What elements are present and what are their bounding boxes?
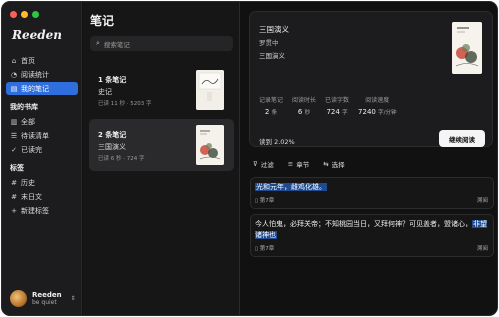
sidebar-item-label: 阅读统计 [21, 70, 49, 79]
plus-icon: + [11, 206, 17, 215]
search-placeholder: 搜索笔记 [103, 40, 130, 49]
bookmark-icon: ▯ [255, 246, 259, 252]
notes-toolbar: ⊽ 过滤 ≡ 章节 ⇆ 选择 [253, 159, 345, 169]
sidebar-item-tag-doomsday[interactable]: # 末日文 [6, 190, 78, 203]
read-meta: 已读 11 秒 · 5203 字 [98, 101, 152, 107]
stat-duration: 阅读时长 6 秒 [292, 97, 317, 116]
book-title: 三国演义 [259, 25, 289, 34]
note-book-card[interactable]: 2 条笔记 三国演义 已读 6 秒 · 724 字 [89, 119, 234, 171]
sidebar: Reeden ⌂ 首页 ◔ 阅读统计 ▤ 我的笔记 我的书库 ▥ 全部 ☰ 待读… [2, 2, 82, 315]
hash-icon: # [11, 192, 17, 201]
user-status: be quiet [32, 298, 57, 306]
stat-notes: 记录笔记 2 条 [259, 97, 284, 116]
books-icon: ▥ [10, 117, 18, 126]
check-circle-icon: ✓ [11, 145, 17, 154]
sidebar-item-label: 末日文 [21, 192, 42, 201]
sidebar-item-all[interactable]: ▥ 全部 [6, 115, 78, 128]
book-info-card: 三国演义 罗贯中 三国演义 记录笔记 2 条 阅读时长 6 秒 已读字数 724… [249, 11, 493, 147]
book-author: 罗贯中 [259, 39, 279, 47]
minimize-window-button[interactable] [21, 11, 28, 18]
book-subtitle: 三国演义 [259, 52, 285, 60]
sidebar-item-home[interactable]: ⌂ 首页 [6, 54, 78, 67]
close-window-button[interactable] [10, 11, 17, 18]
stat-words: 已读字数 724 字 [325, 97, 350, 116]
page-title: 笔记 [90, 14, 115, 28]
note-chapter: ▯ 第7章 [255, 246, 275, 252]
stat-speed: 阅读速度 7240 字/分钟 [358, 97, 397, 116]
book-detail-pane: 三国演义 罗贯中 三国演义 记录笔记 2 条 阅读时长 6 秒 已读字数 724… [241, 2, 497, 315]
sidebar-item-label: 首页 [21, 56, 35, 65]
library-section-title: 我的书库 [10, 103, 38, 111]
app-window: Reeden ⌂ 首页 ◔ 阅读统计 ▤ 我的笔记 我的书库 ▥ 全部 ☰ 待读… [1, 1, 498, 316]
sidebar-item-label: 新建标签 [21, 206, 49, 215]
note-item[interactable]: 今人怕鬼，必拜关帝；不知桃园当日，又拜何神？可见盖者，盟诸心，非望诸神也 ▯ 第… [250, 214, 494, 257]
sidebar-item-label: 历史 [21, 178, 35, 187]
new-tag-button[interactable]: + 新建标签 [6, 204, 78, 217]
reading-stats: 记录笔记 2 条 阅读时长 6 秒 已读字数 724 字 阅读速度 7240 字… [259, 95, 405, 116]
book-title: 史记 [98, 88, 112, 96]
user-profile[interactable]: Reeden be quiet ⇕ [10, 290, 76, 307]
note-chapter: ▯ 第7章 [255, 198, 275, 204]
chevron-up-down-icon: ⇕ [70, 295, 76, 302]
sidebar-item-tag-history[interactable]: # 历史 [6, 176, 78, 189]
app-logo: Reeden [12, 28, 62, 42]
user-name: Reeden [32, 290, 62, 299]
reading-progress: 读到 2.02% [259, 138, 295, 146]
sort-icon: ≡ [287, 160, 294, 168]
notes-list-pane: 笔记 ⌕ 搜索笔记 1 条笔记 史记 已读 11 秒 · 5203 字 2 条笔… [83, 2, 240, 315]
sidebar-item-label: 我的笔记 [21, 84, 49, 93]
read-meta: 已读 6 秒 · 724 字 [98, 156, 145, 162]
avatar [10, 290, 27, 307]
main-nav: ⌂ 首页 ◔ 阅读统计 ▤ 我的笔记 我的书库 ▥ 全部 ☰ 待读清单 ✓ 已读… [6, 54, 78, 218]
note-count: 2 条笔记 [98, 131, 127, 139]
stats-icon: ◔ [10, 70, 18, 79]
sidebar-item-to-read[interactable]: ☰ 待读清单 [6, 129, 78, 142]
select-button[interactable]: ⇆ 选择 [323, 159, 344, 169]
sidebar-item-label: 全部 [21, 117, 35, 126]
note-item[interactable]: 光和元年，雌鸡化雄。 ▯ 第7章 溯阅 [250, 177, 494, 209]
select-icon: ⇆ [323, 160, 329, 168]
book-cover-image [196, 125, 224, 165]
continue-reading-button[interactable]: 继续阅读 [439, 130, 485, 147]
filter-icon: ⊽ [253, 160, 258, 168]
zoom-window-button[interactable] [32, 11, 39, 18]
search-input[interactable]: ⌕ 搜索笔记 [90, 36, 233, 51]
sidebar-item-finished[interactable]: ✓ 已读完 [6, 143, 78, 156]
sidebar-item-label: 已读完 [21, 145, 42, 154]
notes-icon: ▤ [10, 84, 18, 93]
window-controls [10, 11, 39, 18]
book-cover-image [452, 22, 482, 74]
chapter-button[interactable]: ≡ 章节 [288, 159, 309, 169]
tags-section-title: 标签 [10, 164, 24, 172]
bookmark-icon: ▯ [255, 198, 259, 204]
book-title: 三国演义 [98, 143, 126, 151]
note-text: 今人怕鬼，必拜关帝；不知桃园当日，又拜何神？可见盖者，盟诸心，非望诸神也 [255, 220, 487, 239]
sidebar-item-stats[interactable]: ◔ 阅读统计 [6, 68, 78, 81]
list-icon: ☰ [10, 131, 18, 140]
note-count: 1 条笔记 [98, 76, 127, 84]
sidebar-item-my-notes[interactable]: ▤ 我的笔记 [6, 82, 78, 95]
search-icon: ⌕ [96, 39, 100, 47]
home-icon: ⌂ [11, 56, 17, 65]
book-cover-image [196, 70, 224, 110]
hash-icon: # [11, 178, 17, 187]
note-book-card[interactable]: 1 条笔记 史记 已读 11 秒 · 5203 字 [89, 64, 234, 116]
note-text: 光和元年，雌鸡化雄。 [251, 178, 493, 193]
sidebar-item-label: 待读清单 [21, 131, 49, 140]
note-highlight: 光和元年，雌鸡化雄。 [255, 183, 327, 191]
filter-button[interactable]: ⊽ 过滤 [253, 159, 274, 169]
trace-reading-link[interactable]: 溯阅 [477, 196, 488, 204]
trace-reading-link[interactable]: 溯阅 [477, 244, 488, 252]
